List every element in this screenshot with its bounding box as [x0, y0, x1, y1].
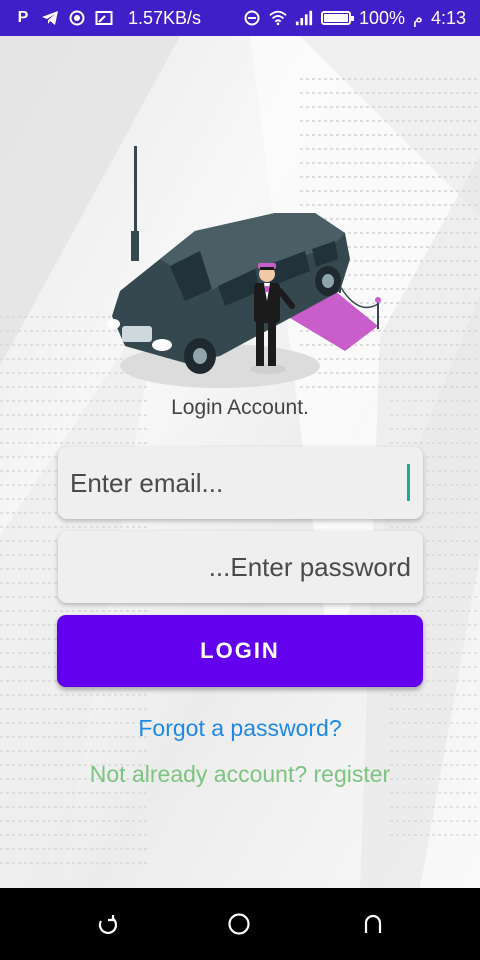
login-button[interactable]: LOGIN — [57, 615, 423, 687]
home-icon[interactable] — [225, 910, 253, 938]
back-icon[interactable] — [93, 910, 121, 938]
grille — [122, 326, 152, 342]
text-cursor — [407, 464, 410, 501]
do-not-disturb-icon — [243, 9, 261, 27]
signal-icon — [295, 9, 313, 27]
status-left-group: P 1.57KB/s — [14, 8, 201, 29]
password-field[interactable]: ...Enter password — [58, 531, 423, 603]
password-placeholder: ...Enter password — [208, 551, 411, 582]
battery-icon — [321, 11, 354, 25]
data-saver-icon — [68, 9, 86, 27]
am-pm-label: م — [413, 10, 423, 27]
email-field[interactable]: Enter email... — [58, 447, 423, 519]
network-speed: 1.57KB/s — [128, 7, 202, 28]
battery-percent: 100% — [359, 7, 406, 28]
headlight-right — [152, 339, 172, 351]
clock: 4:13 — [430, 7, 466, 28]
antenna-base — [131, 231, 139, 261]
telegram-icon — [41, 9, 59, 27]
parking-icon: P — [17, 9, 29, 26]
navigation-bar — [0, 888, 480, 960]
recents-icon[interactable] — [359, 910, 387, 938]
register-link[interactable]: Not already account? register — [0, 761, 480, 788]
login-title: Login Account. — [171, 396, 309, 419]
wifi-icon — [269, 9, 287, 27]
status-bar: P 1.57KB/s 100% م 4:13 — [0, 0, 480, 36]
email-placeholder: Enter email... — [70, 467, 224, 498]
limousine-with-chauffeur-illustration — [108, 146, 381, 388]
status-right-group: 100% م 4:13 — [243, 8, 466, 29]
forgot-password-link[interactable]: Forgot a password? — [0, 715, 480, 742]
screen-cast-icon — [95, 9, 113, 27]
headlight-left — [108, 319, 120, 329]
battery-fill — [324, 14, 348, 22]
